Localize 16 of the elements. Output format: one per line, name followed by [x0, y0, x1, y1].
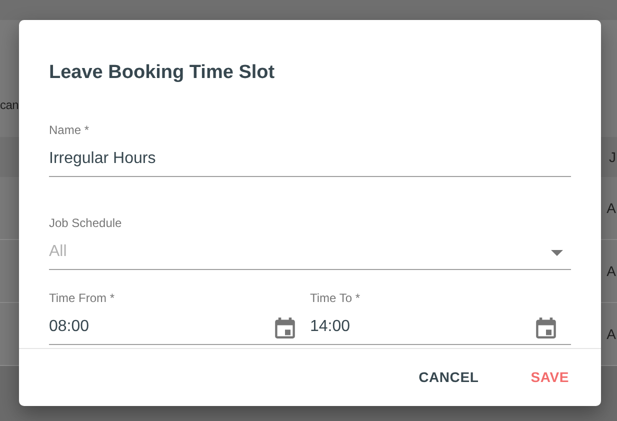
- toolbar-text: can: [0, 97, 18, 114]
- cancel-button[interactable]: CANCEL: [408, 361, 489, 394]
- field-label: Time From *: [49, 290, 115, 306]
- column-header: J: [609, 148, 616, 166]
- field-label: Name *: [49, 122, 90, 138]
- name-field[interactable]: Irregular Hours: [49, 142, 571, 177]
- dropdown-field[interactable]: All: [49, 235, 571, 270]
- field-label: Job Schedule: [49, 215, 122, 231]
- calendar-icon[interactable]: [274, 316, 296, 338]
- table-cell-text: A: [606, 324, 616, 344]
- caret-icon: [551, 250, 563, 256]
- dialog-title: Leave Booking Time Slot: [49, 61, 276, 85]
- calendar-icon[interactable]: [535, 316, 557, 338]
- field-label: Time To *: [310, 290, 360, 306]
- table-cell-text: A: [606, 198, 616, 218]
- table-cell-text: A: [606, 262, 616, 280]
